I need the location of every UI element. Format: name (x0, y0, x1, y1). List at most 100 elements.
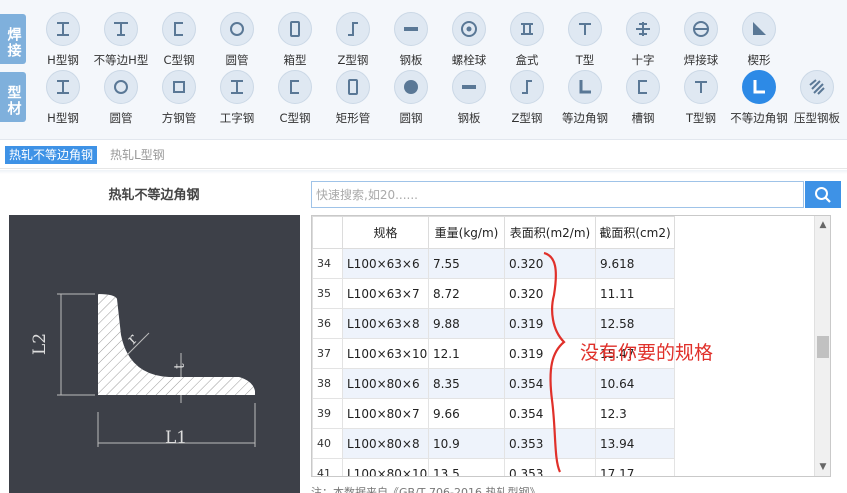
z-section-icon (510, 70, 544, 104)
subtab-bar: 热轧不等边角钢 热轧L型钢 (0, 141, 847, 169)
search-icon (815, 186, 831, 203)
wedge-icon (742, 12, 776, 46)
cell-area: 11.11 (595, 278, 675, 309)
tool-label: 压型钢板 (794, 111, 840, 125)
app-root: 焊接 型材 H型钢 不等边H型 C型钢 圆管 箱型 Z型钢 钢板 螺栓球 盒式 T型 十字 焊接球 楔形… (0, 0, 847, 493)
scroll-thumb[interactable] (817, 336, 829, 358)
cell-weight: 13.5 (428, 458, 505, 476)
cell-weight: 9.66 (428, 398, 505, 429)
cell-area: 10.64 (595, 368, 675, 399)
angle-section-diagram: L2 L1 r t (9, 215, 300, 493)
profile-tool-rect-tube[interactable]: 矩形管 (324, 70, 382, 126)
row-index: 34 (312, 248, 343, 279)
tool-label: 圆钢 (399, 111, 423, 125)
quick-search-input[interactable] (311, 181, 804, 208)
profile-tool-h-beam[interactable]: H型钢 (34, 70, 92, 126)
table-row[interactable]: 36 L100×63×8 9.88 0.319 12.58 (312, 308, 675, 339)
welded-tool-wedge[interactable]: 楔形 (730, 12, 788, 68)
welded-tool-h-beam[interactable]: H型钢 (34, 12, 92, 68)
table-row[interactable]: 41 L100×80×10 13.5 0.353 17.17 (312, 458, 675, 476)
header-weight[interactable]: 重量(kg/m) (428, 216, 505, 249)
profile-tool-i-beam[interactable]: 工字钢 (208, 70, 266, 126)
steel-plate-icon (452, 70, 486, 104)
profile-tool-channel[interactable]: 槽钢 (614, 70, 672, 126)
cell-weight: 8.35 (428, 368, 505, 399)
profile-tool-row: H型钢 圆管 方钢管 工字钢 C型钢 矩形管 圆钢 钢板 Z型钢 等边角钢 槽钢 T型钢 不等边角钢 压型… (34, 70, 846, 126)
i-beam-icon (220, 70, 254, 104)
z-section-icon (336, 12, 370, 46)
welded-tool-box-section[interactable]: 箱型 (266, 12, 324, 68)
tool-label: 螺栓球 (451, 53, 487, 67)
subtab-hot-rolled-unequal-angle[interactable]: 热轧不等边角钢 (5, 146, 98, 164)
rect-tube-icon (336, 70, 370, 104)
welded-tool-z-section[interactable]: Z型钢 (324, 12, 382, 68)
tool-label: 方钢管 (161, 111, 197, 125)
welded-tool-steel-plate[interactable]: 钢板 (382, 12, 440, 68)
table-scrollbar[interactable]: ▲ ▼ (814, 216, 830, 476)
tool-label: H型钢 (47, 111, 79, 125)
profile-tool-c-channel[interactable]: C型钢 (266, 70, 324, 126)
profile-tool-round-tube[interactable]: 圆管 (92, 70, 150, 126)
dimension-lines (57, 293, 256, 447)
dim-label-l1: L1 (165, 428, 187, 448)
cell-weight: 9.88 (428, 308, 505, 339)
profile-tool-round-bar[interactable]: 圆钢 (382, 70, 440, 126)
table-row[interactable]: 34 L100×63×6 7.55 0.320 9.618 (312, 248, 675, 279)
tool-label: 楔形 (747, 53, 771, 67)
tool-label: 焊接球 (683, 53, 719, 67)
welded-tool-round-tube[interactable]: 圆管 (208, 12, 266, 68)
profile-tool-t-section[interactable]: T型钢 (672, 70, 730, 126)
tool-label: 不等边H型 (93, 53, 149, 67)
annotation-text: 没有你要的规格 (580, 342, 714, 364)
welded-tool-welded-ball[interactable]: 焊接球 (672, 12, 730, 68)
tool-label: Z型钢 (337, 53, 369, 67)
footer-note: 注：本数据来自《GB/T 706-2016 热轧型钢》 (311, 486, 541, 493)
cell-spec: L100×80×7 (342, 398, 429, 429)
welded-tool-box-type[interactable]: 盒式 (498, 12, 556, 68)
bolt-ball-icon (452, 12, 486, 46)
dim-label-r: r (123, 329, 141, 347)
unequal-h-beam-icon (104, 12, 138, 46)
profile-tool-square-tube[interactable]: 方钢管 (150, 70, 208, 126)
tool-label: 钢板 (457, 111, 481, 125)
scroll-up-icon[interactable]: ▲ (815, 218, 831, 232)
dim-label-l2: L2 (30, 333, 50, 355)
profile-tool-equal-angle[interactable]: 等边角钢 (556, 70, 614, 126)
welded-tool-c-channel[interactable]: C型钢 (150, 12, 208, 68)
table-row[interactable]: 40 L100×80×8 10.9 0.353 13.94 (312, 428, 675, 459)
welded-tool-unequal-h-beam[interactable]: 不等边H型 (92, 12, 150, 68)
subtab-hot-rolled-l-steel[interactable]: 热轧L型钢 (106, 146, 169, 164)
cross-section-icon (626, 12, 660, 46)
section-title: 热轧不等边角钢 (108, 188, 200, 203)
round-bar-icon (394, 70, 428, 104)
profile-tool-profiled-plate[interactable]: 压型钢板 (788, 70, 846, 126)
welded-tool-bolt-ball[interactable]: 螺栓球 (440, 12, 498, 68)
cell-area: 13.94 (595, 428, 675, 459)
tool-label: 工字钢 (219, 111, 255, 125)
category-profile[interactable]: 型材 (0, 72, 26, 122)
table-row[interactable]: 35 L100×63×7 8.72 0.320 11.11 (312, 278, 675, 309)
search-button[interactable] (805, 181, 841, 208)
header-area[interactable]: 截面积(cm2) (595, 216, 675, 249)
cell-weight: 10.9 (428, 428, 505, 459)
table-row[interactable]: 39 L100×80×7 9.66 0.354 12.3 (312, 398, 675, 429)
profile-tool-steel-plate[interactable]: 钢板 (440, 70, 498, 126)
round-tube-icon (220, 12, 254, 46)
welded-tool-t-section[interactable]: T型 (556, 12, 614, 68)
table-row[interactable]: 38 L100×80×6 8.35 0.354 10.64 (312, 368, 675, 399)
scroll-down-icon[interactable]: ▼ (815, 460, 831, 474)
header-surface[interactable]: 表面积(m2/m) (504, 216, 596, 249)
category-welded[interactable]: 焊接 (0, 14, 26, 64)
tool-label: 槽钢 (631, 111, 655, 125)
profile-tool-z-section[interactable]: Z型钢 (498, 70, 556, 126)
cell-spec: L100×80×10 (342, 458, 429, 476)
row-index: 35 (312, 278, 343, 309)
row-index: 40 (312, 428, 343, 459)
header-index (312, 216, 343, 249)
profile-tool-unequal-angle[interactable]: 不等边角钢 (730, 70, 788, 126)
welded-tool-cross-section[interactable]: 十字 (614, 12, 672, 68)
box-section-icon (278, 12, 312, 46)
header-spec[interactable]: 规格 (342, 216, 429, 249)
cell-weight: 12.1 (428, 338, 505, 369)
square-tube-icon (162, 70, 196, 104)
